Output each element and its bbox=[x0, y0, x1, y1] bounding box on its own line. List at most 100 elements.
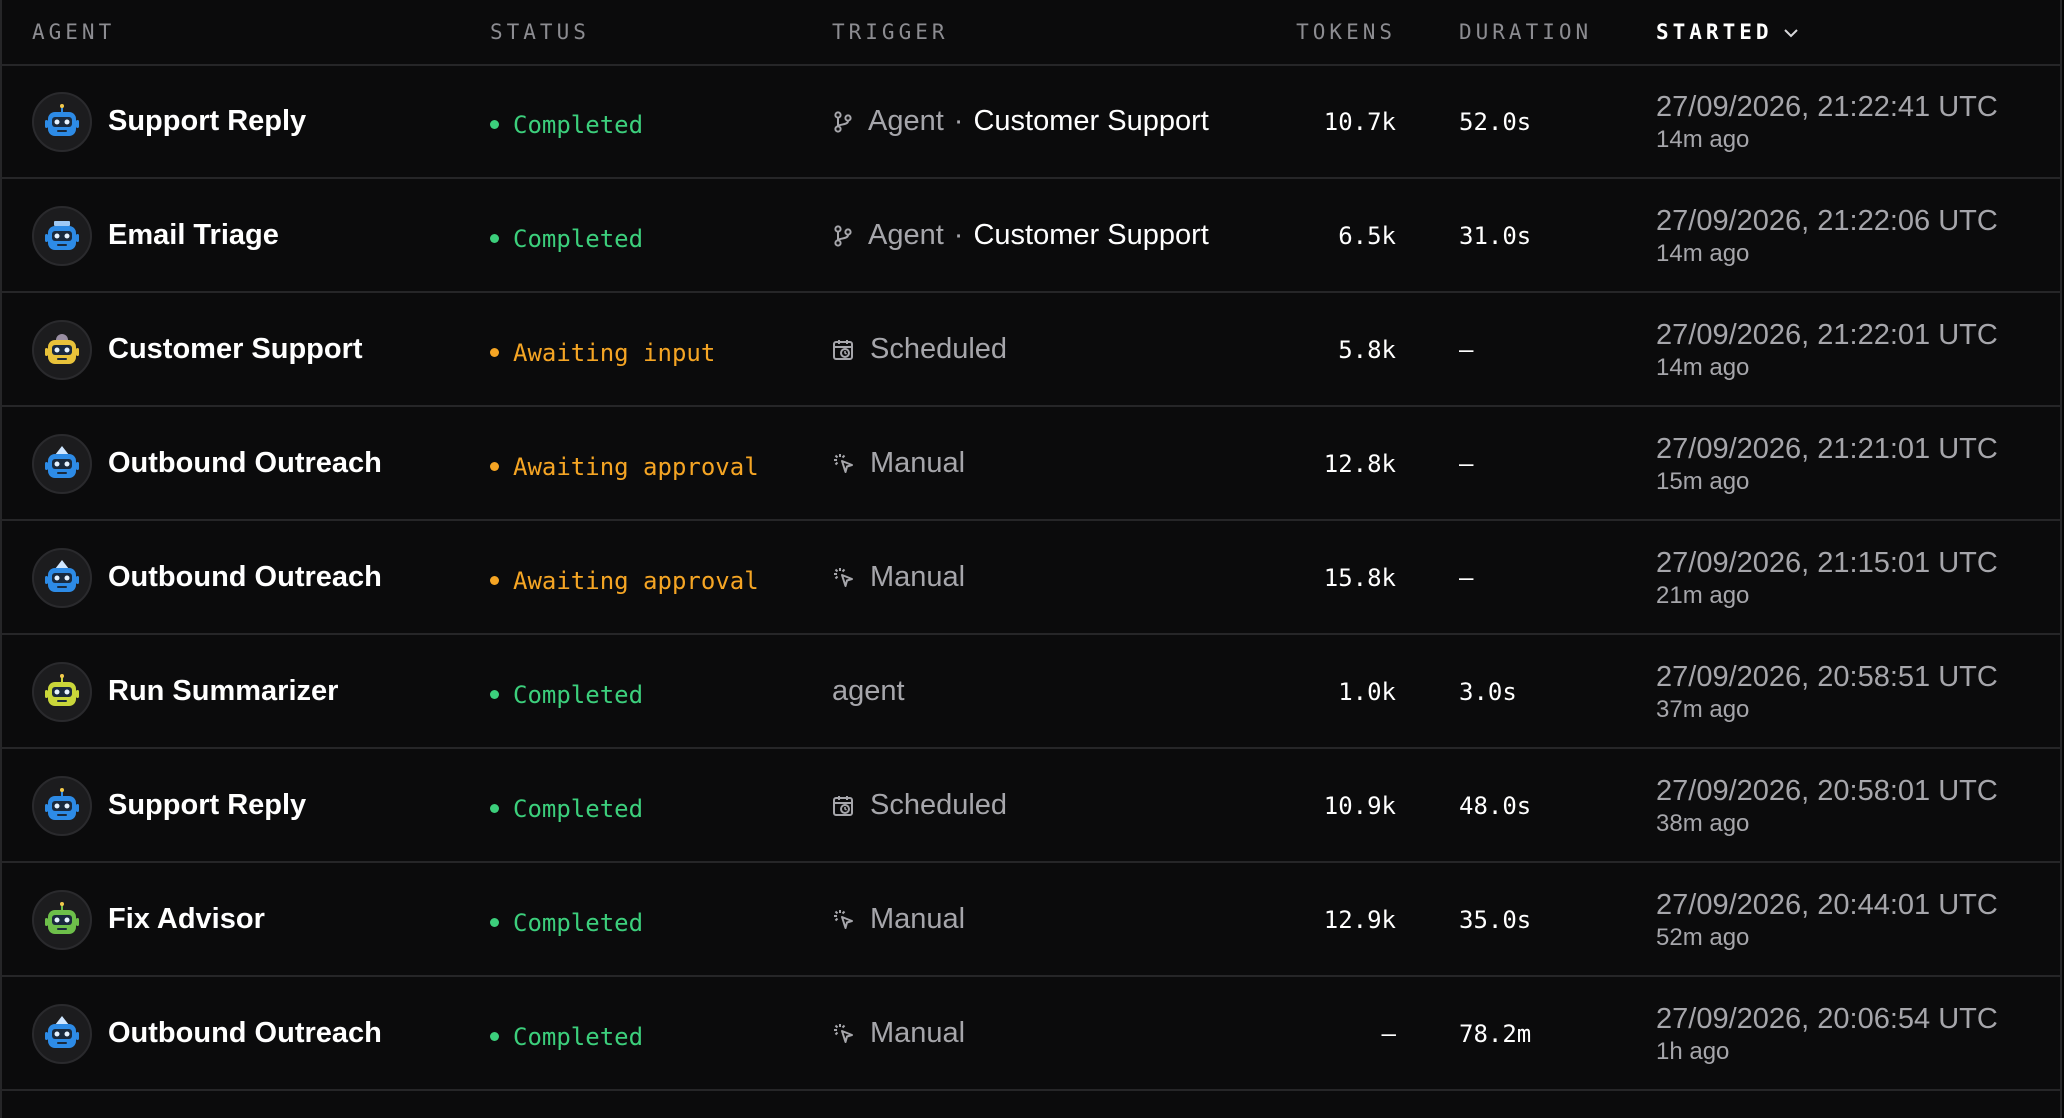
tokens-value: 10.9k bbox=[1323, 791, 1396, 820]
agent-avatar-icon bbox=[32, 433, 92, 494]
table-row[interactable]: Support Reply Completed Scheduled 10.9k 48.0… bbox=[2, 750, 2060, 863]
header-duration[interactable]: DURATION bbox=[1459, 0, 1592, 64]
agent-cell[interactable]: Support Reply bbox=[32, 66, 306, 177]
trigger-target[interactable]: Customer Support bbox=[973, 105, 1208, 138]
status-cell: Awaiting approval bbox=[490, 408, 759, 519]
header-tokens[interactable]: TOKENS bbox=[1202, 0, 1396, 64]
status-badge: Awaiting input bbox=[490, 339, 715, 367]
header-status[interactable]: STATUS bbox=[490, 0, 590, 64]
tokens-value: 10.7k bbox=[1323, 107, 1396, 136]
started-timestamp: 27/09/2026, 21:15:01 UTC bbox=[1656, 546, 1998, 579]
table-row[interactable]: Support Reply Completed Agent · Customer Sup… bbox=[2, 66, 2060, 179]
status-cell: Awaiting approval bbox=[490, 522, 759, 633]
status-label: Completed bbox=[513, 680, 644, 709]
trigger: Manual bbox=[832, 1017, 965, 1050]
status-badge: Completed bbox=[490, 795, 643, 823]
agent-cell[interactable]: Customer Support bbox=[32, 294, 363, 405]
agent-name[interactable]: Fix Advisor bbox=[108, 903, 265, 936]
trigger: Manual bbox=[832, 447, 965, 480]
trigger-cell: Manual bbox=[832, 864, 965, 975]
tokens-value: 12.8k bbox=[1323, 449, 1396, 478]
trigger-cell: Manual bbox=[832, 978, 965, 1089]
started-relative: 52m ago bbox=[1656, 923, 1750, 951]
agent-name[interactable]: Outbound Outreach bbox=[108, 447, 382, 480]
table-row[interactable]: Customer Support Awaiting input Scheduled 5… bbox=[2, 294, 2060, 407]
agent-cell[interactable]: Support Reply bbox=[32, 750, 306, 861]
trigger-cell: Agent · Customer Support bbox=[832, 180, 1209, 291]
agent-cell[interactable]: Run Summarizer bbox=[32, 636, 338, 747]
started-timestamp: 27/09/2026, 20:58:01 UTC bbox=[1656, 774, 1998, 807]
header-started-label: STARTED bbox=[1656, 20, 1773, 44]
tokens-value: 15.8k bbox=[1323, 563, 1396, 592]
status-badge: Completed bbox=[490, 909, 643, 937]
click-pointer-icon bbox=[832, 908, 856, 932]
header-agent[interactable]: AGENT bbox=[32, 0, 115, 64]
started-timestamp: 27/09/2026, 21:22:41 UTC bbox=[1656, 90, 1998, 123]
trigger: Manual bbox=[832, 561, 965, 594]
click-pointer-icon bbox=[832, 452, 856, 476]
status-cell: Completed bbox=[490, 636, 643, 747]
started-cell: 27/09/2026, 21:22:06 UTC 14m ago bbox=[1656, 180, 1998, 291]
status-dot-icon bbox=[490, 804, 499, 813]
duration-value: — bbox=[1459, 449, 1474, 478]
table-row[interactable]: Outbound Outreach Awaiting approval Manual… bbox=[2, 522, 2060, 635]
status-cell: Awaiting input bbox=[490, 294, 715, 405]
started-relative: 1h ago bbox=[1656, 1037, 1730, 1065]
duration-value: 35.0s bbox=[1459, 905, 1532, 934]
tokens-value: 5.8k bbox=[1338, 335, 1396, 364]
status-badge: Awaiting approval bbox=[490, 453, 759, 481]
started-timestamp: 27/09/2026, 21:21:01 UTC bbox=[1656, 432, 1998, 465]
trigger: Manual bbox=[832, 903, 965, 936]
status-cell: Completed bbox=[490, 180, 643, 291]
status-label: Completed bbox=[513, 224, 644, 253]
tokens-value: 1.0k bbox=[1338, 677, 1396, 706]
status-dot-icon bbox=[490, 690, 499, 699]
agent-branch-icon bbox=[832, 224, 854, 248]
started-relative: 15m ago bbox=[1656, 467, 1750, 495]
calendar-clock-icon bbox=[832, 794, 856, 818]
agent-cell[interactable]: Fix Advisor bbox=[32, 864, 265, 975]
header-started[interactable]: STARTED bbox=[1656, 0, 1799, 64]
agent-name[interactable]: Customer Support bbox=[108, 333, 363, 366]
agent-name[interactable]: Support Reply bbox=[108, 789, 306, 822]
agent-cell[interactable]: Email Triage bbox=[32, 180, 279, 291]
table-row[interactable]: Run Summarizer Completed agent 1.0k 3.0s 27/0… bbox=[2, 636, 2060, 749]
agent-cell[interactable]: Outbound Outreach bbox=[32, 978, 382, 1089]
trigger-label: Manual bbox=[870, 1017, 966, 1049]
table-row[interactable]: Email Triage Completed Agent · Customer Supp… bbox=[2, 180, 2060, 293]
agent-name[interactable]: Support Reply bbox=[108, 105, 306, 138]
status-badge: Completed bbox=[490, 225, 643, 253]
agent-name[interactable]: Outbound Outreach bbox=[108, 1017, 382, 1050]
status-dot-icon bbox=[490, 348, 499, 357]
status-dot-icon bbox=[490, 576, 499, 585]
trigger: Agent · Customer Support bbox=[832, 105, 1209, 138]
started-timestamp: 27/09/2026, 21:22:06 UTC bbox=[1656, 204, 1998, 237]
agent-name[interactable]: Run Summarizer bbox=[108, 675, 338, 708]
agent-avatar-icon bbox=[32, 547, 92, 608]
table-row[interactable]: Outbound Outreach Completed Manual — 78.2m 27… bbox=[2, 978, 2060, 1091]
status-label: Awaiting approval bbox=[513, 566, 759, 595]
trigger-label: Scheduled bbox=[870, 789, 1008, 821]
table-row[interactable]: Fix Advisor Completed Manual 12.9k 35.0s 27/0… bbox=[2, 864, 2060, 977]
agent-cell[interactable]: Outbound Outreach bbox=[32, 408, 382, 519]
agent-name[interactable]: Outbound Outreach bbox=[108, 561, 382, 594]
status-dot-icon bbox=[490, 918, 499, 927]
agent-name[interactable]: Email Triage bbox=[108, 219, 279, 252]
table-row[interactable]: Outbound Outreach Awaiting approval Manual… bbox=[2, 408, 2060, 521]
started-cell: 27/09/2026, 20:58:01 UTC 38m ago bbox=[1656, 750, 1998, 861]
trigger-cell: Scheduled bbox=[832, 294, 1007, 405]
agent-cell[interactable]: Outbound Outreach bbox=[32, 522, 382, 633]
agent-avatar-icon bbox=[32, 775, 92, 836]
trigger-target[interactable]: Customer Support bbox=[973, 219, 1208, 252]
started-cell: 27/09/2026, 20:44:01 UTC 52m ago bbox=[1656, 864, 1998, 975]
click-pointer-icon bbox=[832, 1022, 856, 1046]
agent-avatar-icon bbox=[32, 661, 92, 722]
duration-value: 48.0s bbox=[1459, 791, 1532, 820]
status-badge: Completed bbox=[490, 681, 643, 709]
status-badge: Completed bbox=[490, 111, 643, 139]
status-dot-icon bbox=[490, 234, 499, 243]
header-trigger[interactable]: TRIGGER bbox=[832, 0, 949, 64]
trigger-cell: agent bbox=[832, 636, 905, 747]
status-cell: Completed bbox=[490, 864, 643, 975]
duration-value: 31.0s bbox=[1459, 221, 1532, 250]
